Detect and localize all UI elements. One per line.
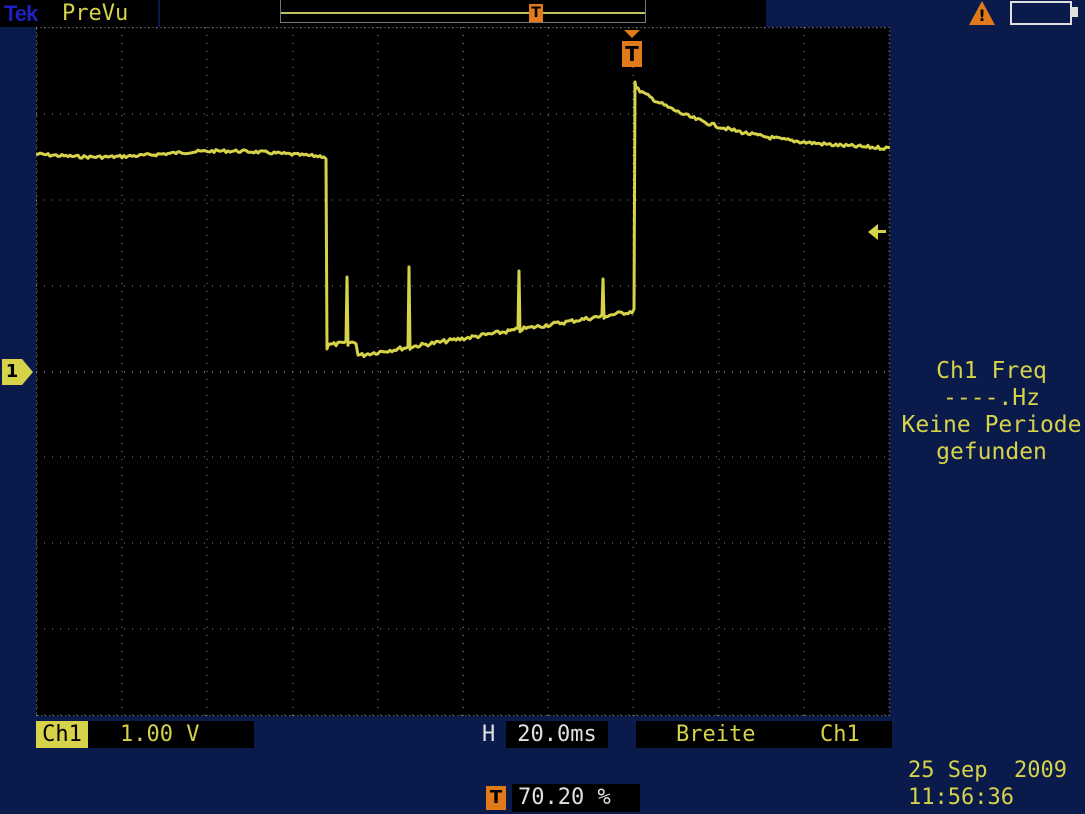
time: 11:56:36 — [908, 785, 1014, 810]
brand-bar: Tek PreVu — [0, 0, 158, 27]
date: 25 Sep 2009 — [908, 758, 1067, 783]
measurement-name: Breite — [676, 722, 756, 747]
battery-icon — [1010, 1, 1072, 25]
horizontal-label: H — [482, 722, 496, 747]
waveform-display — [36, 27, 890, 716]
trigger-level-readout[interactable]: T 70.20 % — [486, 784, 642, 812]
measurement-readout: Ch1 Freq ----.Hz Keine Periode gefunden — [898, 358, 1085, 466]
waveform-trace — [36, 80, 890, 359]
record-trigger-icon: T — [529, 4, 543, 22]
measurement-source: Ch1 — [820, 722, 860, 747]
measurement-status-2: gefunden — [936, 439, 1047, 465]
trigger-level-value: 70.20 % — [512, 784, 640, 812]
status-bar: Ch1 1.00 V H 20.0ms Breite Ch1 — [36, 718, 892, 750]
trigger-level-arrow-icon — [868, 224, 878, 240]
vertical-scale[interactable]: 1.00 V — [88, 721, 254, 748]
record-view: T — [160, 0, 766, 27]
ch1-marker-arrow-icon — [22, 359, 33, 385]
date-time: 25 Sep 2009 11:56:36 — [908, 757, 1067, 811]
ch1-trace — [36, 80, 890, 359]
ch1-marker-label: 1 — [2, 359, 22, 385]
record-window-line — [281, 12, 645, 14]
time-scale[interactable]: 20.0ms — [506, 721, 608, 748]
acquisition-mode: PreVu — [62, 1, 129, 26]
trigger-icon: T — [622, 41, 642, 67]
measurement-box[interactable]: Breite Ch1 — [636, 721, 892, 748]
battery-tip-icon — [1072, 7, 1078, 17]
trigger-position-marker[interactable]: T — [622, 30, 642, 70]
trigger-level-bar — [878, 230, 886, 233]
tek-logo: Tek — [4, 1, 38, 26]
trigger-position-caret-icon — [624, 30, 640, 38]
trigger-level-marker[interactable] — [868, 222, 888, 242]
ch1-ground-marker[interactable]: 1 — [2, 359, 33, 385]
channel-label[interactable]: Ch1 — [36, 721, 88, 748]
measurement-title: Ch1 Freq — [936, 358, 1047, 384]
warning-mark: ! — [978, 6, 986, 25]
trigger-readout-icon: T — [486, 786, 506, 810]
record-length-track: T — [280, 0, 646, 23]
measurement-status-1: Keine Periode — [901, 412, 1082, 438]
measurement-value: ----.Hz — [943, 385, 1040, 411]
